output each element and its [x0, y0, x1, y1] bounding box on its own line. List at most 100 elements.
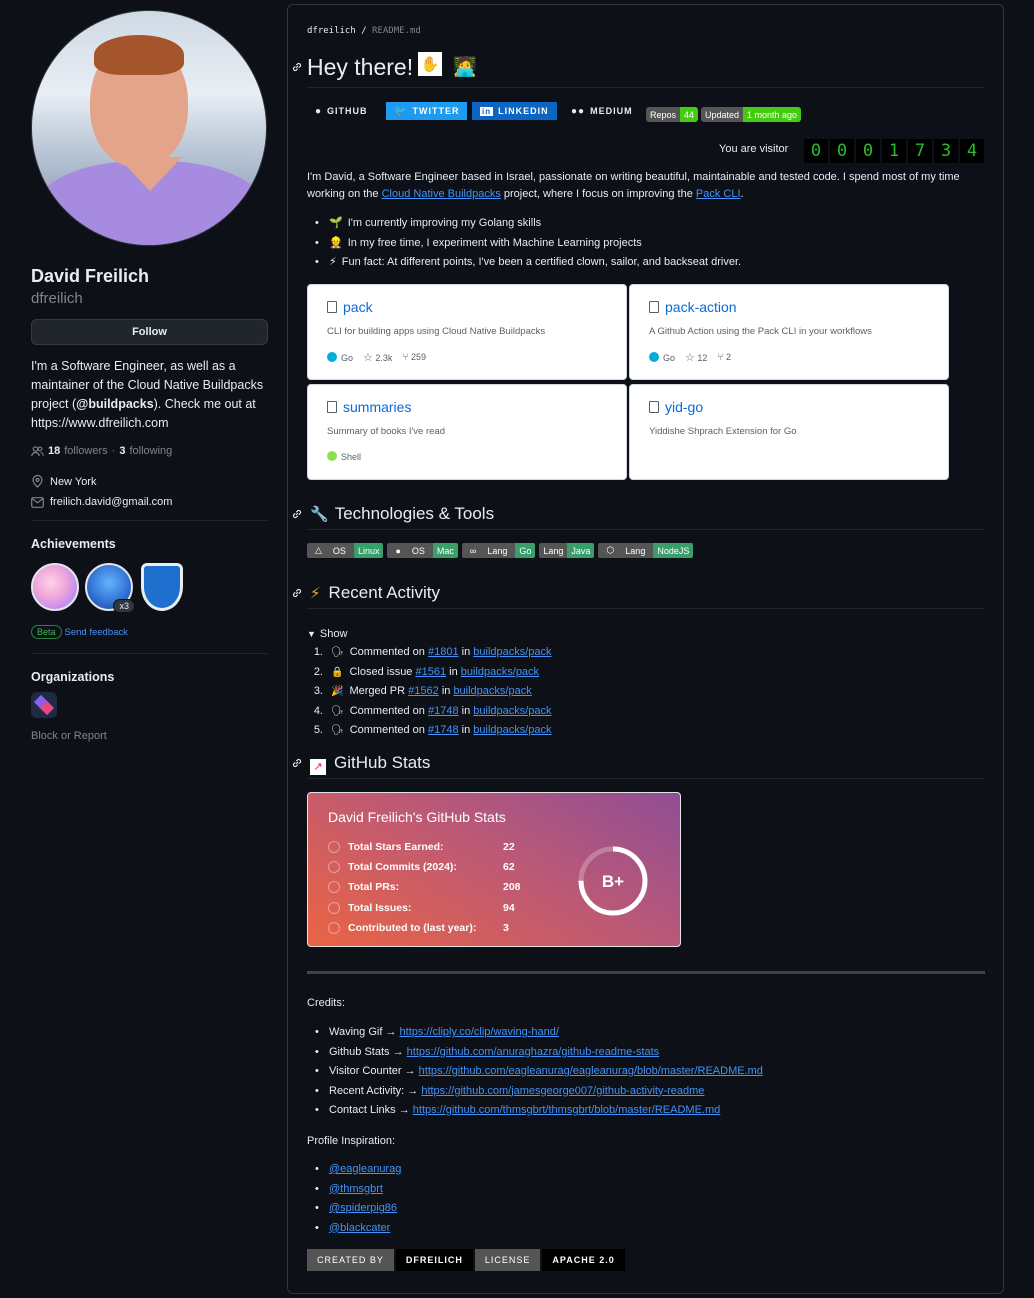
linkedin-badge[interactable]: in LINKEDIN — [472, 102, 557, 120]
repo-card-yid-go[interactable]: yid-go Yiddishe Shprach Extension for Go — [629, 384, 949, 480]
following-count[interactable]: 3 — [119, 445, 125, 457]
link-anchor-icon[interactable] — [291, 587, 303, 599]
link-anchor-icon[interactable] — [291, 757, 303, 769]
repo-language: Go — [327, 352, 353, 363]
followers-label[interactable]: followers — [64, 445, 107, 457]
linux-icon: △ — [315, 545, 322, 555]
credit-link[interactable]: https://github.com/eagleanurag/eagleanur… — [419, 1065, 763, 1077]
triangle-down-icon: ▼ — [307, 629, 316, 639]
tech-badge-nodejs[interactable]: ⬡ Lang NodeJS — [598, 543, 694, 558]
yolo-achievement-icon[interactable] — [31, 563, 79, 611]
heading-rule — [307, 529, 985, 530]
visitor-digit: 7 — [908, 139, 932, 163]
inspiration-link[interactable]: @blackcater — [329, 1222, 390, 1234]
repo-description: Summary of books I've read — [327, 426, 445, 437]
license-label[interactable]: LICENSE — [474, 1249, 541, 1271]
activity-toggle[interactable]: ▼ Show — [307, 628, 552, 640]
issue-link[interactable]: #1748 — [428, 702, 459, 722]
credit-link[interactable]: https://github.com/anuraghazra/github-re… — [407, 1046, 660, 1058]
repo-name[interactable]: yid-go — [665, 399, 703, 415]
credit-link[interactable]: https://cliply.co/clip/waving-hand/ — [400, 1026, 559, 1038]
visitor-counter: 0 0 0 1 7 3 4 — [804, 139, 984, 163]
tech-badge-linux[interactable]: △ OS Linux — [307, 543, 384, 558]
updated-badge[interactable]: Updated 1 month ago — [701, 107, 802, 122]
issue-link[interactable]: #1801 — [428, 643, 459, 663]
license-value[interactable]: APACHE 2.0 — [542, 1249, 625, 1271]
created-by-label[interactable]: CREATED BY — [307, 1249, 394, 1271]
list-item: @blackcater — [307, 1219, 401, 1239]
issue-link[interactable]: #1561 — [416, 663, 447, 683]
following-label[interactable]: following — [129, 445, 172, 457]
inspiration-link[interactable]: @eagleanurag — [329, 1163, 401, 1175]
follow-button[interactable]: Follow — [31, 319, 268, 345]
medium-badge[interactable]: ●● MEDIUM — [563, 102, 641, 120]
organizations-heading: Organizations — [31, 670, 115, 684]
github-badge[interactable]: ● GITHUB — [307, 102, 376, 120]
star-icon — [328, 841, 340, 854]
profile-username: dfreilich — [31, 290, 83, 307]
activity-details: ▼ Show 1. 🗣 Commented on #1801 in buildpack… — [307, 628, 552, 741]
email-link[interactable]: freilich.david@gmail.com — [50, 496, 172, 508]
tech-badge-go[interactable]: ∞ Lang Go — [461, 543, 536, 558]
list-item: Contact Links → https://github.com/thmsg… — [307, 1101, 763, 1121]
waving-hand-icon: ✋ — [418, 52, 442, 76]
credit-link[interactable]: https://github.com/jamesgeorge007/github… — [421, 1085, 704, 1097]
technologies-heading: 🔧 Technologies & Tools — [310, 504, 495, 523]
repo-forks: ⑂ 2 — [717, 352, 731, 363]
activity-item: 2. 🔒 Closed issue #1561 in buildpacks/pack — [307, 663, 552, 683]
repo-name[interactable]: pack-action — [665, 299, 737, 315]
list-item: 🌱I'm currently improving my Golang skill… — [307, 214, 741, 234]
activity-item: 1. 🗣 Commented on #1801 in buildpacks/pack — [307, 643, 552, 663]
credit-link[interactable]: https://github.com/thmsgbrt/thmsgbrt/blo… — [413, 1104, 721, 1116]
buildpacks-org-avatar[interactable] — [31, 692, 57, 718]
repo-card-pack-action[interactable]: pack-action A Github Action using the Pa… — [629, 284, 949, 380]
inspiration-link[interactable]: @thmsgbrt — [329, 1183, 383, 1195]
list-item: Visitor Counter → https://github.com/eag… — [307, 1062, 763, 1082]
issue-link[interactable]: #1562 — [408, 682, 439, 702]
block-or-report-link[interactable]: Block or Report — [31, 730, 268, 742]
buildpacks-mention[interactable]: @buildpacks — [76, 397, 153, 411]
repo-card-pack[interactable]: pack CLI for building apps using Cloud N… — [307, 284, 627, 380]
achievements-list: x3 — [31, 563, 268, 613]
issue-link[interactable]: #1748 — [428, 721, 459, 741]
medium-icon: ●● — [571, 105, 586, 117]
tech-badge-java[interactable]: Lang Java — [539, 543, 595, 558]
breadcrumb-user[interactable]: dfreilich — [307, 26, 356, 36]
pull-request-icon — [328, 881, 340, 894]
inspiration-link[interactable]: @spiderpig86 — [329, 1202, 397, 1214]
link-anchor-icon[interactable] — [291, 508, 303, 520]
pack-cli-link[interactable]: Pack CLI — [696, 188, 741, 200]
starstruck-achievement-icon[interactable] — [141, 563, 183, 611]
repo-link[interactable]: buildpacks/pack — [473, 702, 551, 722]
created-by-value[interactable]: DFREILICH — [395, 1249, 473, 1271]
repo-name[interactable]: pack — [343, 299, 373, 315]
email-row: freilich.david@gmail.com — [31, 496, 268, 508]
achievements-heading[interactable]: Achievements — [31, 537, 268, 551]
list-item: @eagleanurag — [307, 1160, 401, 1180]
repos-badge[interactable]: Repos 44 — [646, 107, 699, 122]
avatar[interactable] — [31, 10, 267, 246]
repo-name[interactable]: summaries — [343, 399, 411, 415]
wrench-icon: 🔧 — [310, 506, 329, 523]
github-stats-card[interactable]: David Freilich's GitHub Stats Total Star… — [307, 792, 681, 947]
repo-card-summaries[interactable]: summaries Summary of books I've read She… — [307, 384, 627, 480]
cloud-native-buildpacks-link[interactable]: Cloud Native Buildpacks — [382, 188, 501, 200]
link-anchor-icon[interactable] — [291, 61, 303, 73]
footer-badges: CREATED BY DFREILICH LICENSE APACHE 2.0 — [307, 1249, 625, 1271]
repo-link[interactable]: buildpacks/pack — [473, 721, 551, 741]
activity-item: 4. 🗣 Commented on #1748 in buildpacks/pack — [307, 702, 552, 722]
followers-count[interactable]: 18 — [48, 445, 60, 457]
tech-badge-mac[interactable]: ● OS Mac — [387, 543, 458, 558]
worker-icon: 👷 — [329, 236, 343, 249]
repo-icon — [327, 401, 337, 413]
twitter-badge[interactable]: 🐦 TWITTER — [386, 102, 468, 120]
repo-link[interactable]: buildpacks/pack — [453, 682, 531, 702]
repo-link[interactable]: buildpacks/pack — [461, 663, 539, 683]
pull-shark-achievement-icon[interactable]: x3 — [85, 563, 135, 613]
send-feedback-link[interactable]: Send feedback — [65, 627, 128, 638]
repo-icon — [649, 301, 659, 313]
repo-forks: ⑂ 259 — [402, 352, 426, 363]
recent-activity-heading: ⚡ Recent Activity — [310, 583, 441, 602]
repo-link[interactable]: buildpacks/pack — [473, 643, 551, 663]
language-dot-icon — [327, 451, 337, 461]
